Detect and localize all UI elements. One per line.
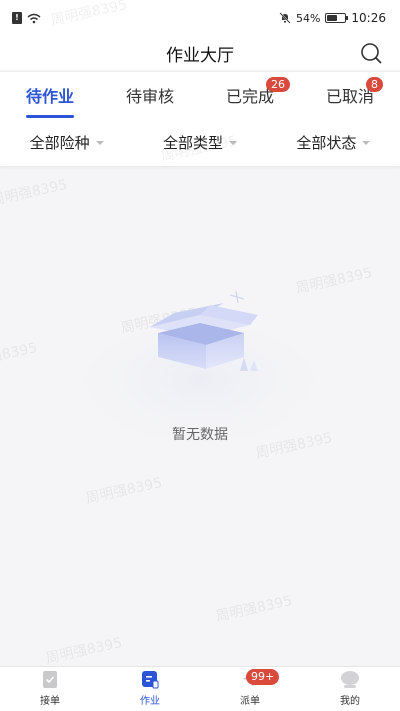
tab-cancelled[interactable]: 已取消 8 bbox=[300, 72, 400, 118]
battery-percent: 54% bbox=[295, 11, 321, 25]
tab-label: 待审核 bbox=[125, 87, 174, 106]
status-left: ! bbox=[12, 12, 41, 24]
filter-bar: 全部险种 全部类型 全部状态 bbox=[0, 118, 400, 166]
tab-completed[interactable]: 已完成 26 bbox=[200, 72, 300, 118]
watermark: 周明强8395 bbox=[84, 475, 164, 507]
watermark: 周明强8395 bbox=[214, 593, 294, 625]
status-bar: ! 54% 10:26 bbox=[0, 0, 400, 36]
watermark: 周明强8395 bbox=[0, 177, 69, 209]
nav-label: 接单 bbox=[40, 696, 60, 707]
nav-item-dispatch[interactable]: 99+ 派单 bbox=[200, 667, 300, 711]
nav-item-accept-order[interactable]: 接单 bbox=[0, 667, 100, 711]
clipboard-check-icon bbox=[43, 671, 57, 688]
filter-task-type[interactable]: 全部类型 bbox=[133, 132, 266, 153]
bottom-nav: 接单 作业 99+ 派单 我的 bbox=[0, 666, 400, 711]
tab-bar: 待作业 待审核 已完成 26 已取消 8 bbox=[0, 71, 400, 118]
search-icon bbox=[361, 43, 382, 64]
filter-label: 全部险种 bbox=[29, 133, 90, 152]
watermark: 周明强8395 bbox=[0, 340, 39, 372]
page-title: 作业大厅 bbox=[166, 45, 234, 66]
title-bar: 作业大厅 bbox=[0, 36, 400, 70]
status-time: 10:26 bbox=[351, 11, 386, 25]
tab-pending-work[interactable]: 待作业 bbox=[0, 72, 100, 118]
status-right: 54% 10:26 bbox=[279, 11, 386, 25]
tab-pending-review[interactable]: 待审核 bbox=[100, 72, 200, 118]
caret-down-icon bbox=[229, 141, 237, 145]
tab-label: 待作业 bbox=[25, 87, 74, 106]
nav-label: 我的 bbox=[340, 696, 360, 707]
nav-item-me[interactable]: 我的 bbox=[300, 667, 400, 711]
nav-label: 作业 bbox=[140, 696, 160, 707]
search-button[interactable] bbox=[358, 40, 384, 66]
nav-item-work[interactable]: 作业 bbox=[100, 667, 200, 711]
caret-down-icon bbox=[95, 141, 104, 145]
watermark: 周明强8395 bbox=[44, 635, 124, 667]
battery-icon bbox=[325, 13, 349, 23]
empty-state-text: 暂无数据 bbox=[172, 427, 228, 443]
filter-insurance-type[interactable]: 全部险种 bbox=[0, 132, 133, 153]
mute-bell-icon bbox=[279, 12, 291, 24]
nav-label: 派单 bbox=[240, 696, 260, 707]
edit-note-icon bbox=[142, 671, 159, 689]
completed-count-badge: 26 bbox=[266, 77, 290, 92]
user-icon bbox=[341, 671, 359, 688]
filter-status[interactable]: 全部状态 bbox=[267, 132, 400, 153]
filter-label: 全部状态 bbox=[296, 133, 357, 152]
filter-label: 全部类型 bbox=[162, 133, 223, 152]
sim-alert-icon: ! bbox=[12, 12, 22, 24]
cancelled-count-badge: 8 bbox=[366, 77, 383, 92]
wifi-icon bbox=[27, 13, 41, 24]
caret-down-icon bbox=[362, 141, 371, 145]
dispatch-count-badge: 99+ bbox=[246, 669, 280, 685]
